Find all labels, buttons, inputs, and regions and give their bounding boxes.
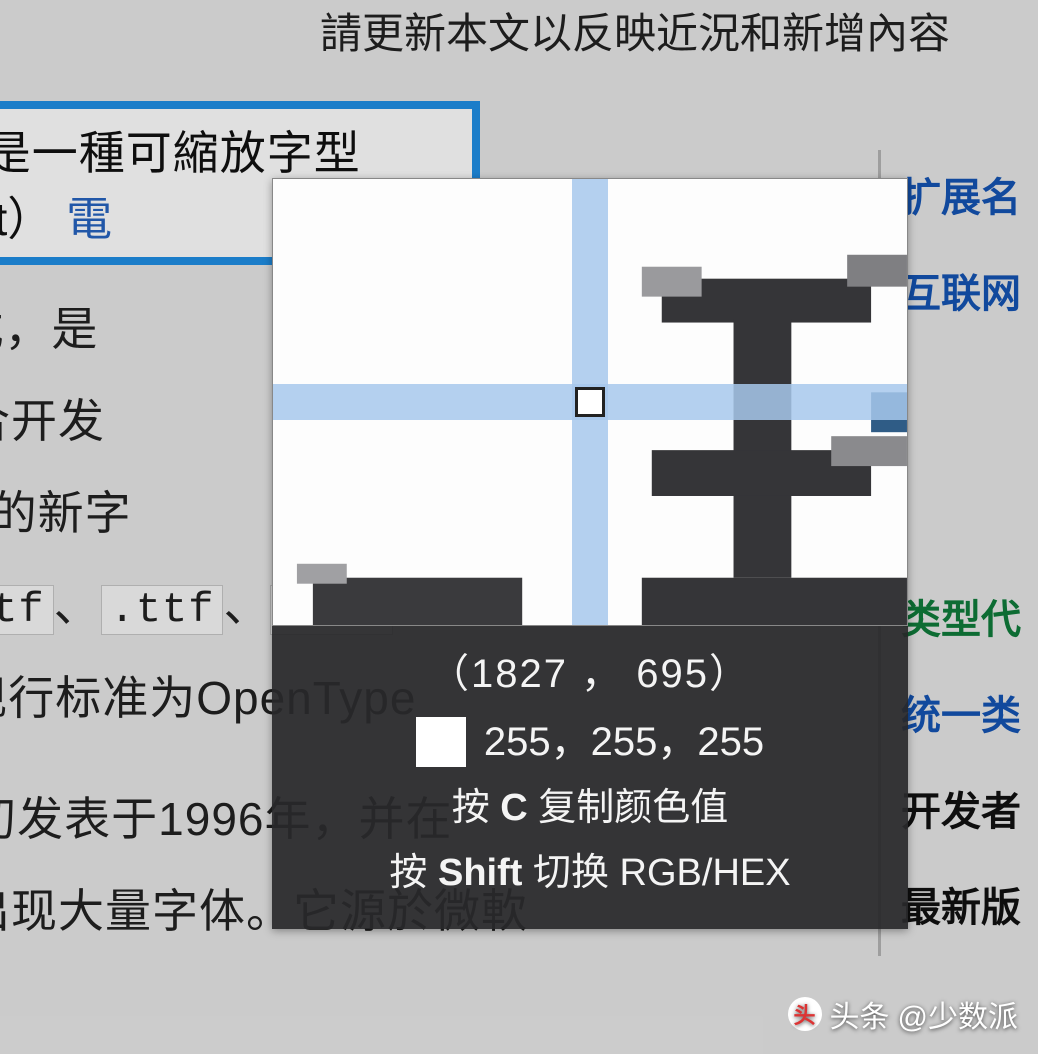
pixel-magnifier[interactable] — [272, 178, 908, 626]
watermark-handle: @少数派 — [898, 992, 1018, 1036]
sidebar-item[interactable]: 类型代 — [901, 572, 1038, 668]
rgb-value: 255，255，255 — [484, 708, 764, 776]
code-ttf: .ttf — [101, 585, 224, 635]
sidebar-item: 开发者 — [901, 764, 1038, 860]
toutiao-logo-icon: 头 — [788, 997, 822, 1031]
sidebar-item[interactable]: 统一类 — [901, 668, 1038, 764]
picker-info-panel: （1827 ， 695） 255，255，255 按 C 复制颜色值 按 Shi… — [272, 626, 908, 929]
color-swatch — [416, 717, 466, 767]
watermark-prefix: 头条 — [830, 992, 890, 1036]
selection-line-1: pe，是一種可縮放字型 — [0, 117, 458, 183]
hint-copy: 按 C 复制颜色值 — [282, 776, 898, 841]
center-pixel-indicator — [575, 387, 605, 417]
watermark: 头 头条 @少数派 — [788, 992, 1018, 1036]
hint-toggle: 按 Shift 切换 RGB/HEX — [282, 841, 898, 906]
color-picker-tool[interactable]: （1827 ， 695） 255，255，255 按 C 复制颜色值 按 Shi… — [272, 178, 908, 929]
cursor-coordinates: （1827 ， 695） — [282, 640, 898, 708]
sidebar-item: 最新版 — [901, 860, 1038, 956]
sidebar-item[interactable]: 互联网 — [901, 246, 1038, 342]
notice-banner: 請更新本文以反映近況和新增內容 — [320, 0, 1038, 61]
sidebar-item[interactable]: 扩展名 — [901, 150, 1038, 246]
link-dian[interactable]: 電 — [66, 193, 112, 245]
code-otf: .otf — [0, 585, 54, 635]
